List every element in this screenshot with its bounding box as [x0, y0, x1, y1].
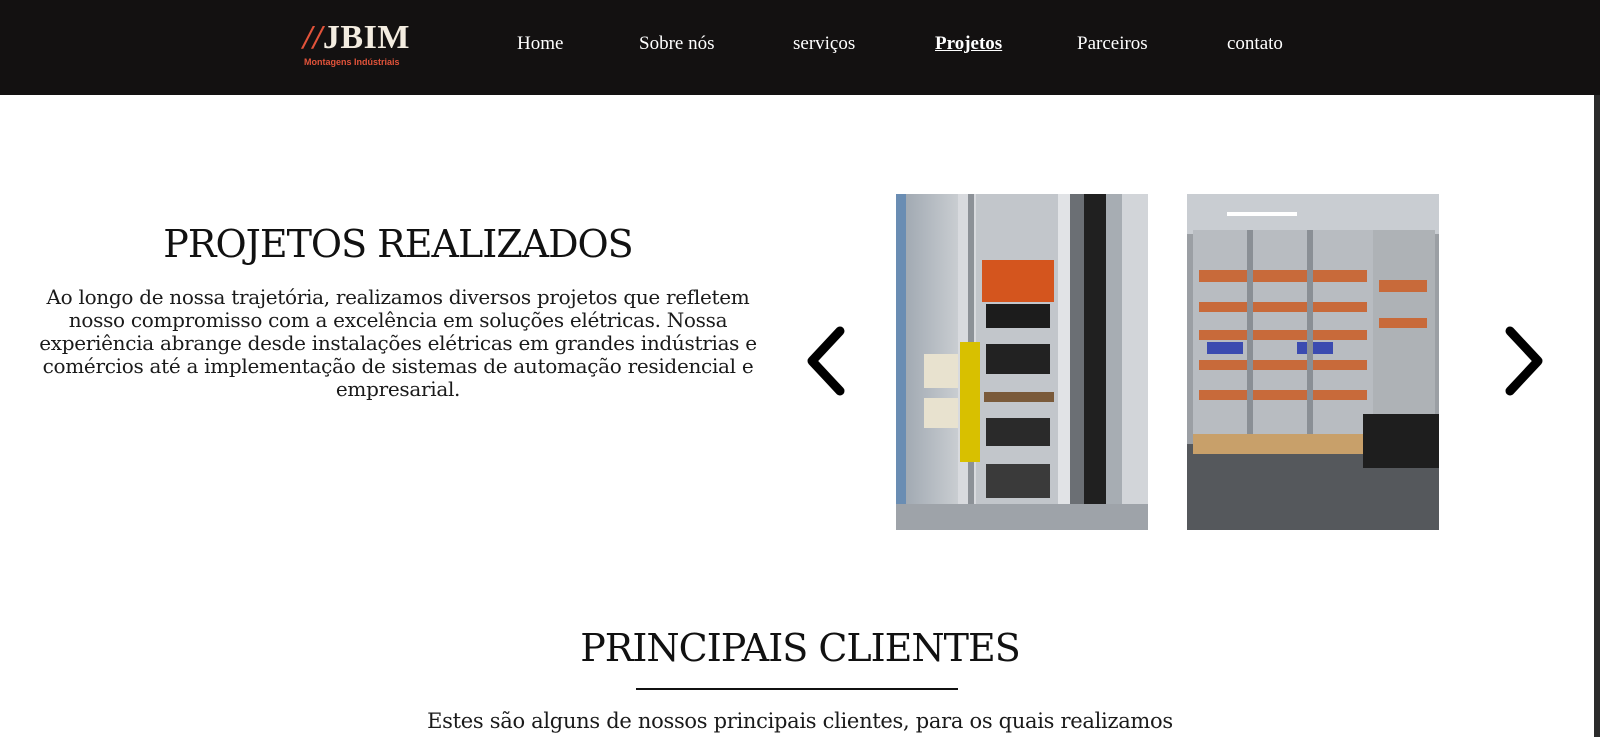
- nav-link-servicos[interactable]: serviços: [793, 33, 855, 55]
- clients-description: Estes são alguns de nossos principais cl…: [427, 709, 1173, 733]
- logo-wordmark: //JBIM: [303, 20, 410, 56]
- nav-link-parceiros[interactable]: Parceiros: [1077, 33, 1148, 55]
- clients-title-divider: [636, 688, 958, 690]
- page-scrollbar[interactable]: [1594, 95, 1600, 737]
- top-navbar: //JBIM Montagens Indústriais Home Sobre …: [0, 0, 1600, 95]
- nav-link-projetos[interactable]: Projetos: [935, 33, 1002, 55]
- nav-link-sobre-nos[interactable]: Sobre nós: [639, 33, 714, 55]
- chevron-right-icon: [1505, 326, 1543, 396]
- clients-title: PRINCIPAIS CLIENTES: [580, 626, 1021, 670]
- logo-slashes: //: [303, 19, 323, 56]
- carousel-next-button[interactable]: [1502, 326, 1550, 396]
- logo-subtitle: Montagens Indústriais: [304, 57, 400, 67]
- nav-link-contato[interactable]: contato: [1227, 33, 1283, 55]
- chevron-left-icon: [807, 326, 845, 396]
- logo-name: JBIM: [322, 19, 410, 56]
- carousel-prev-button[interactable]: [800, 326, 848, 396]
- projects-title: PROJETOS REALIZADOS: [163, 222, 633, 266]
- projects-description: Ao longo de nossa trajetória, realizamos…: [39, 285, 757, 401]
- project-photo-switchboard-cabinets: [1187, 194, 1439, 530]
- nav-link-home[interactable]: Home: [517, 33, 563, 55]
- project-photo-electrical-panel: [896, 194, 1148, 530]
- logo[interactable]: //JBIM Montagens Indústriais: [303, 20, 445, 70]
